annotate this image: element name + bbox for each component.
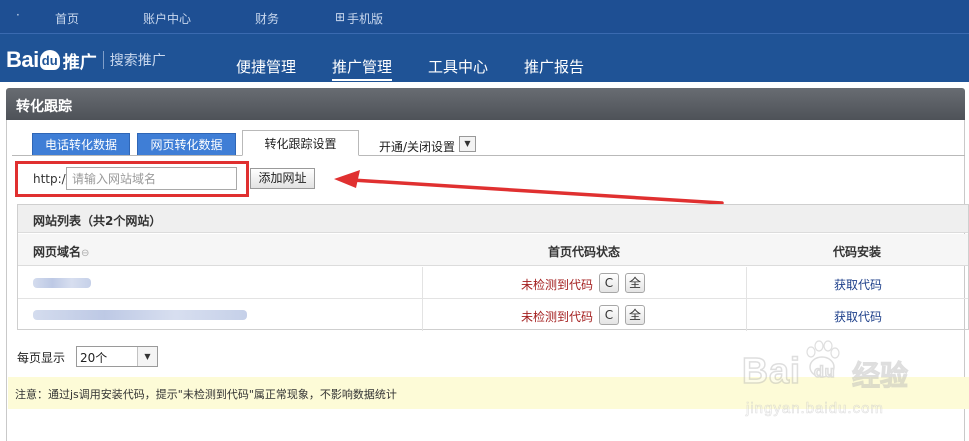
tab-phone-conversion[interactable]: 电话转化数据 — [32, 133, 130, 155]
table-header: 网页域名⊖ 首页代码状态 代码安装 — [18, 234, 968, 266]
watermark-cn: 经验 — [851, 359, 909, 393]
baidu-logo[interactable]: Bai du 推广 搜索推广 — [6, 47, 166, 73]
chevron-down-icon[interactable]: ▼ — [459, 136, 476, 152]
mainnav-promotion-report[interactable]: 推广报告 — [524, 56, 584, 77]
column-code-install: 代码安装 — [833, 245, 882, 259]
mainnav-promotion-manage[interactable]: 推广管理 — [332, 56, 393, 81]
chevron-down-icon[interactable]: ▼ — [137, 347, 157, 366]
website-list: 网站列表（共2个网站） 网页域名⊖ 首页代码状态 代码安装 未检测到代码 C 全… — [17, 204, 969, 331]
mainnav-quick-manage[interactable]: 便捷管理 — [236, 56, 296, 77]
watermark-bai: Bai — [741, 349, 802, 392]
domain-input[interactable] — [66, 167, 237, 190]
top-dot: · — [16, 8, 20, 22]
topnav-finance[interactable]: 财务 — [255, 10, 279, 27]
topnav-mobile[interactable]: 手机版 — [347, 10, 383, 27]
red-arrow-annotation — [334, 170, 724, 205]
column-divider — [746, 267, 747, 298]
logo-divider — [102, 51, 104, 69]
check-all-button[interactable]: 全 — [625, 273, 645, 293]
website-list-title: 网站列表（共2个网站） — [33, 214, 162, 228]
toggle-settings-label[interactable]: 开通/关闭设置 — [379, 138, 455, 155]
per-page-value: 20个 — [80, 351, 108, 365]
add-url-button[interactable]: 添加网址 — [250, 168, 315, 189]
logo-subtitle: 搜索推广 — [109, 53, 166, 69]
code-status: 未检测到代码 — [521, 310, 594, 324]
notice-text: 注意：通过js调用安装代码，提示"未检测到代码"属正常现象，不影响数据统计 — [15, 388, 397, 401]
table-row: 未检测到代码 C 全 获取代码 — [18, 299, 968, 331]
watermark-du: du — [813, 363, 836, 382]
website-list-header: 网站列表（共2个网站） — [18, 205, 968, 233]
blurred-domain[interactable] — [33, 278, 91, 288]
logo-text-bai: Bai — [6, 47, 39, 72]
table-row: 未检测到代码 C 全 获取代码 — [18, 267, 968, 299]
refresh-icon[interactable]: C — [599, 305, 619, 325]
topnav-account-center[interactable]: 账户中心 — [143, 10, 191, 27]
refresh-icon[interactable]: C — [599, 273, 619, 293]
column-divider — [422, 267, 423, 298]
mobile-icon: ⊞ — [335, 10, 346, 24]
column-divider — [422, 299, 423, 331]
code-status: 未检测到代码 — [521, 278, 594, 292]
panel-title: 转化跟踪 — [16, 99, 72, 115]
tab-divider — [12, 155, 965, 156]
logo-product: 推广 — [62, 52, 97, 73]
mainnav-tool-center[interactable]: 工具中心 — [428, 56, 488, 77]
panel-header: 转化跟踪 — [6, 88, 965, 120]
tab-tracking-settings[interactable]: 转化跟踪设置 — [242, 130, 359, 156]
per-page-label: 每页显示 — [17, 351, 66, 365]
tab-web-conversion[interactable]: 网页转化数据 — [137, 133, 236, 155]
column-domain[interactable]: 网页域名⊖ — [33, 243, 89, 260]
column-code-status: 首页代码状态 — [548, 245, 621, 259]
sort-icon[interactable]: ⊖ — [81, 248, 89, 259]
check-all-button[interactable]: 全 — [625, 305, 645, 325]
baidu-jingyan-watermark: Bai du 经验 jingyan.baidu.com — [741, 340, 967, 420]
top-navigation: · 首页 账户中心 财务 ⊞ 手机版 — [0, 0, 969, 34]
topnav-home[interactable]: 首页 — [55, 10, 79, 27]
column-divider — [746, 299, 747, 331]
logo-paw-icon: du — [39, 50, 60, 70]
watermark-url: jingyan.baidu.com — [746, 400, 884, 418]
url-prefix: http:// — [33, 172, 70, 186]
blurred-domain[interactable] — [33, 310, 247, 320]
per-page-select[interactable]: 20个 ▼ — [76, 346, 158, 367]
get-code-link[interactable]: 获取代码 — [834, 308, 882, 325]
get-code-link[interactable]: 获取代码 — [834, 276, 882, 293]
main-header: Bai du 推广 搜索推广 便捷管理 推广管理 工具中心 推广报告 — [0, 34, 969, 82]
